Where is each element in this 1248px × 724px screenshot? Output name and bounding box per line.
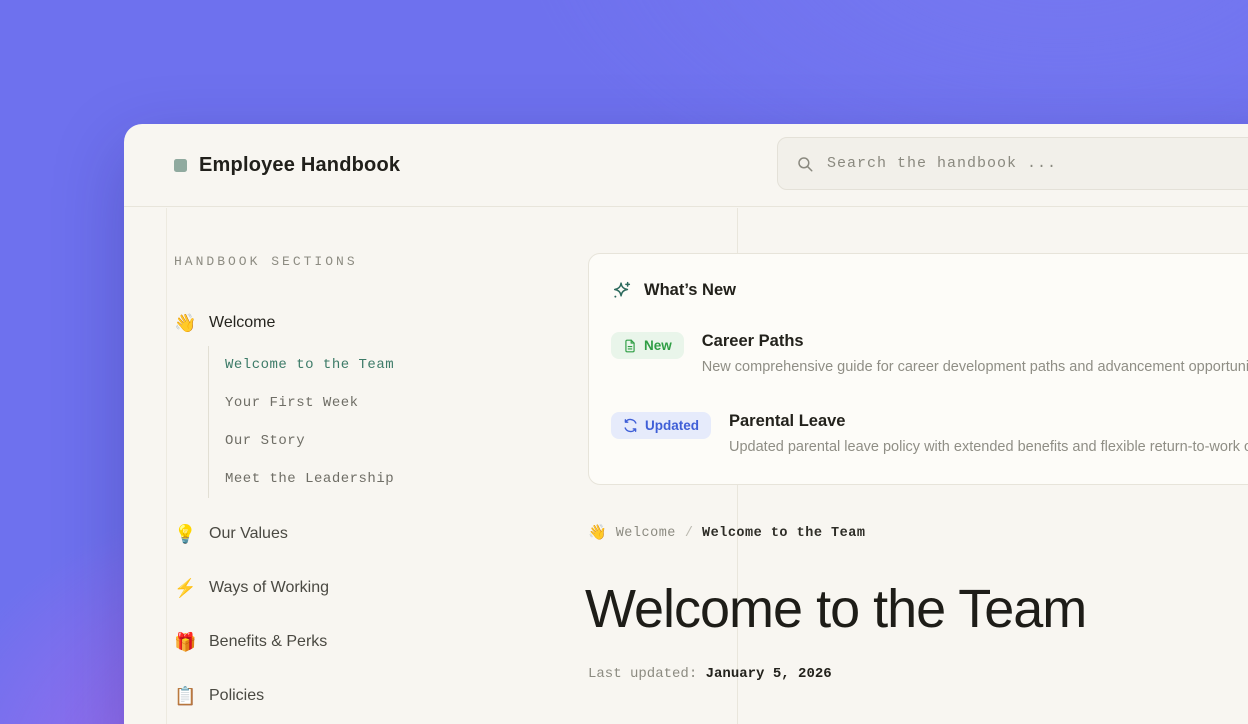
updated-badge: Updated [611, 412, 711, 439]
sidebar-item-benefits-perks[interactable]: 🎁 Benefits & Perks [174, 629, 327, 655]
welcome-subsections: Welcome to the Team Your First Week Our … [208, 346, 394, 498]
whats-new-card: What’s New New Career Paths New comprehe… [588, 253, 1248, 485]
subsection-our-story[interactable]: Our Story [225, 422, 394, 460]
whats-new-item-text: Career Paths New comprehensive guide for… [702, 332, 1248, 376]
sidebar-item-our-values[interactable]: 💡 Our Values [174, 521, 288, 547]
app-logo-icon [174, 159, 187, 172]
new-badge: New [611, 332, 684, 359]
whats-new-item-text: Parental Leave Updated parental leave po… [729, 412, 1248, 456]
whats-new-item-career-paths[interactable]: New Career Paths New comprehensive guide… [611, 332, 1248, 376]
sparkles-icon [611, 280, 632, 301]
left-margin-rule [166, 208, 167, 724]
sidebar-item-label: Benefits & Perks [209, 633, 327, 651]
lightning-icon: ⚡ [174, 579, 196, 597]
subsection-welcome-to-the-team[interactable]: Welcome to the Team [225, 346, 394, 384]
breadcrumb-section-link[interactable]: Welcome [616, 526, 676, 541]
subsection-your-first-week[interactable]: Your First Week [225, 384, 394, 422]
whats-new-item-parental-leave[interactable]: Updated Parental Leave Updated parental … [611, 412, 1248, 456]
last-updated-value: January 5, 2026 [706, 666, 832, 682]
gift-icon: 🎁 [174, 633, 196, 651]
breadcrumb-separator: / [685, 526, 693, 541]
document-icon [623, 339, 637, 353]
sidebar-item-ways-of-working[interactable]: ⚡ Ways of Working [174, 575, 329, 601]
whats-new-item-title: Career Paths [702, 332, 1248, 351]
subsection-meet-the-leadership[interactable]: Meet the Leadership [225, 460, 394, 498]
sidebar-item-welcome[interactable]: 👋 Welcome [174, 310, 275, 336]
light-bulb-icon: 💡 [174, 525, 196, 543]
app-header: Employee Handbook [124, 124, 1248, 207]
whats-new-item-description: Updated parental leave policy with exten… [729, 439, 1248, 456]
waving-hand-icon: 👋 [588, 526, 607, 541]
sidebar-item-label: Welcome [209, 314, 275, 332]
breadcrumb: 👋 Welcome / Welcome to the Team [588, 526, 865, 541]
page-title: Welcome to the Team [585, 580, 1086, 638]
clipboard-icon: 📋 [174, 687, 196, 705]
sidebar-item-policies[interactable]: 📋 Policies [174, 683, 264, 709]
last-updated: Last updated: January 5, 2026 [588, 666, 832, 682]
whats-new-title: What’s New [644, 281, 736, 300]
search-icon [796, 155, 814, 173]
sidebar-item-label: Ways of Working [209, 579, 329, 597]
waving-hand-icon: 👋 [174, 314, 196, 332]
sidebar-item-label: Our Values [209, 525, 288, 543]
last-updated-label: Last updated: [588, 666, 697, 682]
badge-label: New [644, 338, 672, 353]
whats-new-header: What’s New [611, 278, 1248, 302]
window-body: HANDBOOK SECTIONS 👋 Welcome Welcome to t… [124, 208, 1248, 724]
badge-label: Updated [645, 418, 699, 433]
sidebar-heading: HANDBOOK SECTIONS [174, 254, 358, 269]
refresh-icon [623, 418, 638, 433]
whats-new-item-description: New comprehensive guide for career devel… [702, 359, 1248, 376]
app-title: Employee Handbook [199, 154, 400, 177]
handbook-window: Employee Handbook HANDBOOK SECTIONS 👋 We… [124, 124, 1248, 724]
search-input[interactable] [827, 155, 1248, 172]
sidebar-item-label: Policies [209, 687, 264, 705]
search-bar[interactable] [777, 137, 1248, 190]
whats-new-item-title: Parental Leave [729, 412, 1248, 431]
breadcrumb-current-page: Welcome to the Team [702, 526, 865, 541]
